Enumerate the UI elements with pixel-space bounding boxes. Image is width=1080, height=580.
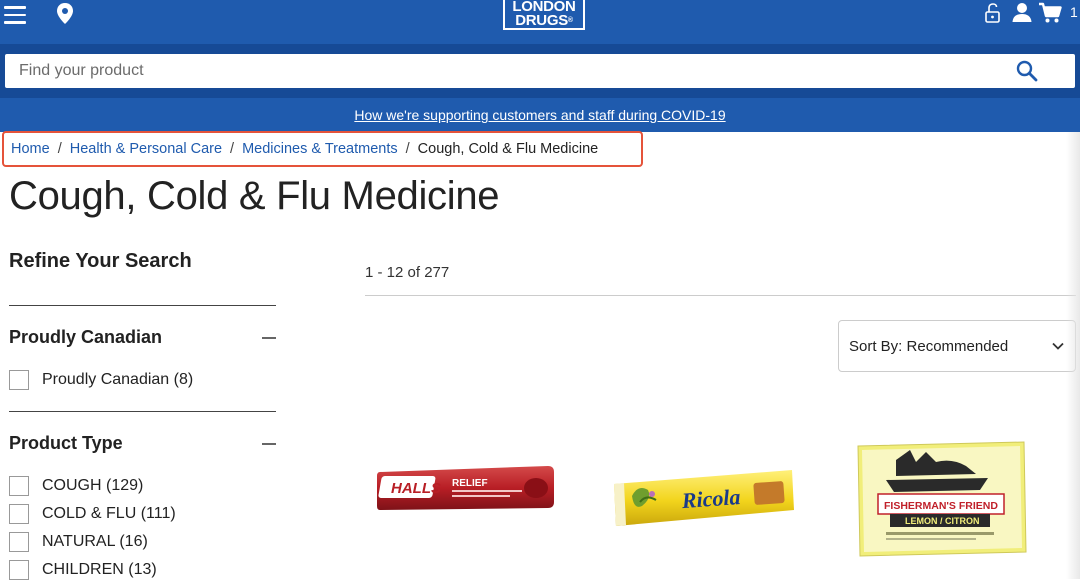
- filter-option-cold-flu[interactable]: COLD & FLU (111): [9, 504, 176, 524]
- search-bar: [5, 54, 1075, 88]
- breadcrumb: Home / Health & Personal Care / Medicine…: [2, 131, 643, 167]
- filter-section-product-type-title[interactable]: Product Type: [9, 433, 123, 454]
- results-divider: [365, 295, 1076, 296]
- halls-brand-text: HALLS: [391, 480, 441, 497]
- collapse-minus-icon[interactable]: [262, 337, 276, 339]
- breadcrumb-separator: /: [57, 141, 62, 157]
- chevron-down-icon: [1052, 342, 1064, 350]
- logo-line2: DRUGS: [515, 12, 568, 29]
- location-pin-icon[interactable]: [55, 2, 75, 26]
- header-divider: [0, 44, 1080, 54]
- breadcrumb-separator: /: [405, 141, 410, 157]
- unlock-icon[interactable]: [983, 2, 1003, 24]
- fishermans-brand-text: FISHERMAN'S FRIEND: [884, 500, 998, 512]
- sort-label: Sort By: Recommended: [849, 338, 1009, 355]
- hamburger-menu-icon[interactable]: [4, 6, 26, 24]
- filter-option-label: COLD & FLU (111): [42, 505, 176, 522]
- collapse-minus-icon[interactable]: [262, 443, 276, 445]
- page-edge-shadow: [1066, 132, 1080, 579]
- covid-notice-link[interactable]: How we're supporting customers and staff…: [354, 107, 725, 123]
- cart-count[interactable]: 1: [1070, 4, 1078, 20]
- covid-notice-bar: How we're supporting customers and staff…: [0, 98, 1080, 132]
- london-drugs-logo[interactable]: LONDON DRUGS®: [503, 0, 585, 30]
- search-input[interactable]: [5, 54, 995, 88]
- sort-dropdown[interactable]: Sort By: Recommended: [838, 320, 1076, 372]
- filter-divider: [9, 411, 276, 412]
- breadcrumb-health-personal-care[interactable]: Health & Personal Care: [70, 141, 222, 157]
- user-account-icon[interactable]: [1011, 1, 1033, 23]
- product-image-ricola[interactable]: Ricola: [612, 466, 796, 528]
- breadcrumb-separator: /: [230, 141, 235, 157]
- checkbox[interactable]: [9, 560, 29, 580]
- filter-divider: [9, 305, 276, 306]
- filter-option-label: COUGH (129): [42, 477, 144, 494]
- search-icon[interactable]: [1016, 60, 1038, 82]
- product-image-fishermans-friend[interactable]: FISHERMAN'S FRIEND LEMON / CITRON: [856, 440, 1028, 558]
- checkbox[interactable]: [9, 504, 29, 524]
- product-image-halls[interactable]: HALLS RELIEF: [376, 464, 556, 514]
- filter-option-label: CHILDREN (13): [42, 561, 157, 578]
- filter-option-label: NATURAL (16): [42, 533, 148, 550]
- filter-option-cough[interactable]: COUGH (129): [9, 476, 143, 496]
- refine-search-title: Refine Your Search: [9, 250, 192, 272]
- page-title: Cough, Cold & Flu Medicine: [9, 174, 500, 218]
- fishermans-flavour-text: LEMON / CITRON: [905, 516, 980, 526]
- halls-relief-text: RELIEF: [452, 478, 488, 489]
- breadcrumb-current: Cough, Cold & Flu Medicine: [417, 141, 599, 157]
- filter-section-proudly-canadian-title[interactable]: Proudly Canadian: [9, 327, 162, 348]
- checkbox[interactable]: [9, 532, 29, 552]
- filter-option-children[interactable]: CHILDREN (13): [9, 560, 157, 580]
- filter-option-proudly-canadian[interactable]: Proudly Canadian (8): [9, 370, 193, 390]
- checkbox[interactable]: [9, 370, 29, 390]
- breadcrumb-medicines-treatments[interactable]: Medicines & Treatments: [242, 141, 398, 157]
- shopping-cart-icon[interactable]: [1038, 2, 1062, 24]
- breadcrumb-home[interactable]: Home: [11, 141, 50, 157]
- filter-option-natural[interactable]: NATURAL (16): [9, 532, 148, 552]
- checkbox[interactable]: [9, 476, 29, 496]
- top-header: LONDON DRUGS® 1: [0, 0, 1080, 44]
- filter-option-label: Proudly Canadian (8): [42, 371, 194, 388]
- results-count: 1 - 12 of 277: [365, 264, 450, 281]
- ricola-brand-text: Ricola: [680, 484, 741, 513]
